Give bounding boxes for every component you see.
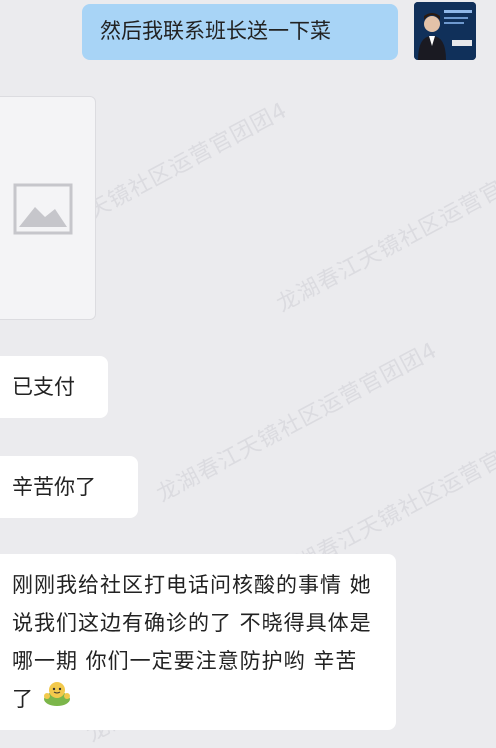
message-bubble-outgoing[interactable]: 然后我联系班长送一下菜 bbox=[82, 4, 398, 60]
message-bubble-incoming[interactable]: 辛苦你了 bbox=[0, 456, 138, 518]
image-placeholder-icon bbox=[13, 183, 73, 235]
message-bubble-incoming[interactable]: 刚刚我给社区打电话问核酸的事情 她说我们这边有确诊的了 不晓得具体是哪一期 你们… bbox=[0, 554, 396, 730]
message-text: 辛苦你了 bbox=[12, 475, 96, 499]
message-text: 已支付 bbox=[12, 375, 75, 399]
watermark: 龙湖春江天镜社区运营官团团4 bbox=[152, 337, 442, 508]
message-text: 然后我联系班长送一下菜 bbox=[100, 19, 331, 43]
avatar[interactable] bbox=[414, 2, 476, 60]
message-bubble-incoming[interactable]: 已支付 bbox=[0, 356, 108, 418]
watermark: 龙湖春江天镜社区运营官团团4 bbox=[272, 147, 496, 318]
hands-emoji-icon bbox=[42, 681, 72, 719]
image-message[interactable] bbox=[0, 96, 96, 320]
